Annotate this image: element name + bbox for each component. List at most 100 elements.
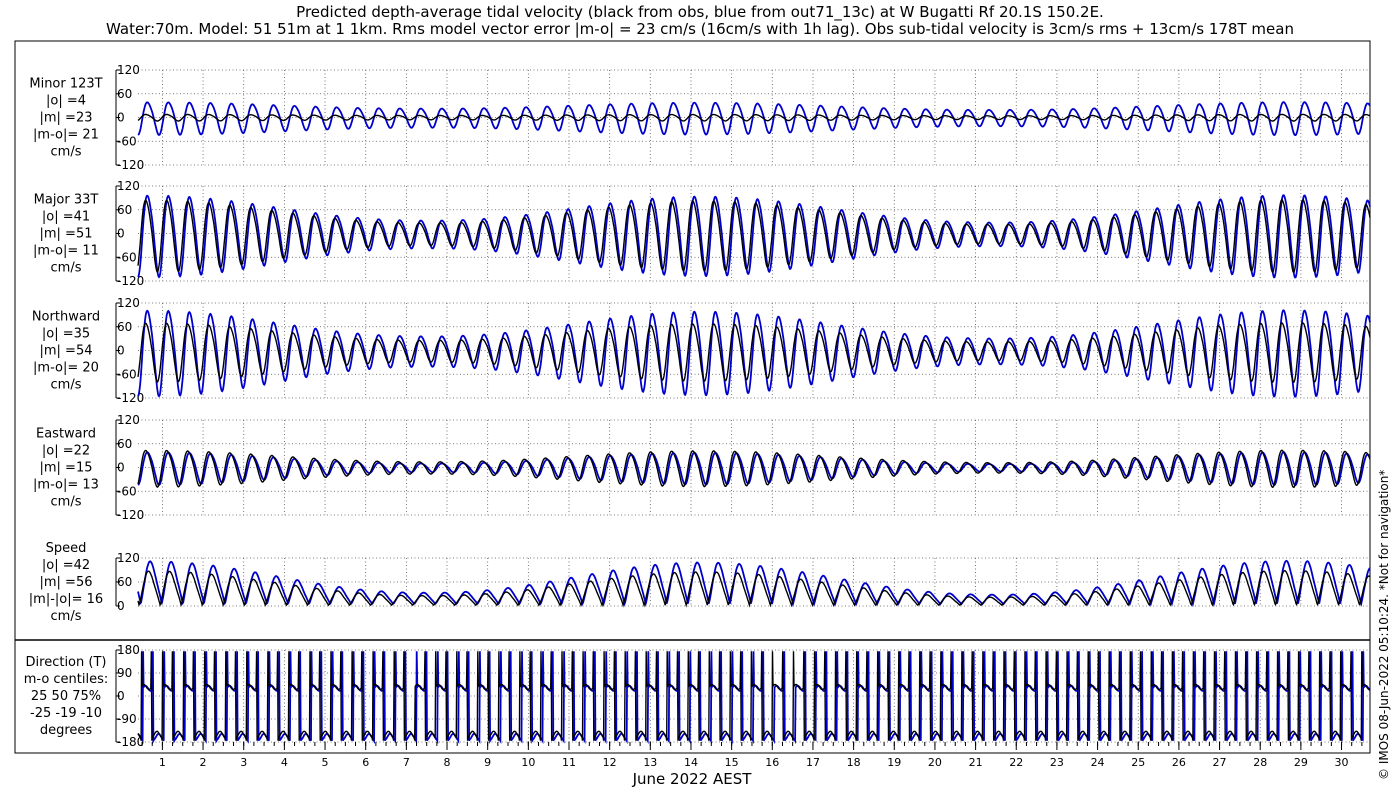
x-tick-label: 17 xyxy=(806,756,820,769)
x-tick-label: 19 xyxy=(887,756,901,769)
y-tick-label: 60 xyxy=(117,87,132,101)
panel-label-line: |m|-|o|= 16 xyxy=(29,592,103,607)
panel-label-line: Major 33T xyxy=(34,193,99,208)
panel-label-line: |m| =56 xyxy=(40,575,93,590)
x-tick-label: 8 xyxy=(444,756,451,769)
panel-label-line: |m-o|= 13 xyxy=(33,478,99,493)
panel-label-line: Direction (T) xyxy=(26,655,107,670)
x-tick-label: 22 xyxy=(1009,756,1023,769)
y-tick-label: 120 xyxy=(117,413,140,427)
y-tick-label: 60 xyxy=(117,437,132,451)
y-tick-label: 90 xyxy=(117,666,132,680)
y-tick-label: 120 xyxy=(117,63,140,77)
panel-label-line: |m| =23 xyxy=(40,111,93,126)
series-model-line xyxy=(137,651,1371,745)
series-model-line xyxy=(137,451,1371,487)
panel-label-line: Speed xyxy=(46,541,87,556)
x-tick-label: 14 xyxy=(684,756,698,769)
x-tick-label: 24 xyxy=(1091,756,1105,769)
series-model-line xyxy=(137,309,1371,398)
y-tick-label: 180 xyxy=(117,643,140,657)
x-tick-label: 29 xyxy=(1294,756,1308,769)
x-tick-label: 9 xyxy=(484,756,491,769)
y-tick-label: 120 xyxy=(117,551,140,565)
panel-label-line: cm/s xyxy=(51,378,82,393)
panel-label-line: m-o centiles: xyxy=(24,672,109,687)
x-tick-label: 12 xyxy=(603,756,617,769)
tidal-velocity-figure: Predicted depth-average tidal velocity (… xyxy=(14,3,1391,788)
panel-label-line: |m| =51 xyxy=(40,227,93,242)
y-tick-label: -120 xyxy=(117,274,144,288)
x-tick-label: 11 xyxy=(562,756,576,769)
x-tick-label: 26 xyxy=(1172,756,1186,769)
y-tick-label: 60 xyxy=(117,203,132,217)
panel-northward: 120 60 0 -60 -120 Northward |o| =35 |m| =54 |m-o… xyxy=(32,296,1371,405)
panel-label-line: |o| =42 xyxy=(42,558,90,573)
figure-frame xyxy=(14,40,1371,754)
panel-eastward: 120 60 0 -60 -120 Eastward |o| =22 |m| =15 |m-o|… xyxy=(33,413,1371,522)
y-tick-label: -120 xyxy=(117,158,144,172)
x-tick-label: 28 xyxy=(1253,756,1267,769)
x-tick-label: 7 xyxy=(403,756,410,769)
y-tick-label: 0 xyxy=(117,344,125,358)
panel-label-line: |m-o|= 20 xyxy=(33,361,99,376)
x-axis-label: June 2022 AEST xyxy=(632,770,753,788)
x-tick-label: 30 xyxy=(1335,756,1349,769)
y-tick-label: -60 xyxy=(117,134,137,148)
panel-label-line: |o| =35 xyxy=(42,327,90,342)
x-tick-label: 15 xyxy=(725,756,739,769)
x-tick-label: 13 xyxy=(643,756,657,769)
panel-label-line: |m| =54 xyxy=(40,344,93,359)
y-tick-label: 0 xyxy=(117,227,125,241)
y-tick-label: -60 xyxy=(117,367,137,381)
panel-label-line: |o| =22 xyxy=(42,444,90,459)
panel-major: 120 60 0 -60 -120 Major 33T |o| =41 |m| =51 |m-o… xyxy=(33,179,1371,288)
x-tick-label: 20 xyxy=(928,756,942,769)
x-tick-label: 2 xyxy=(200,756,207,769)
y-tick-label: -60 xyxy=(117,484,137,498)
x-tick-label: 27 xyxy=(1213,756,1227,769)
x-tick-label: 21 xyxy=(969,756,983,769)
panel-label-line: Eastward xyxy=(36,427,96,442)
panel-label-line: -25 -19 -10 xyxy=(30,706,102,721)
y-tick-label: 60 xyxy=(117,575,132,589)
x-tick-label: 3 xyxy=(240,756,247,769)
y-tick-label: -90 xyxy=(117,712,137,726)
x-tick-label: 23 xyxy=(1050,756,1064,769)
panel-label-line: degrees xyxy=(40,723,93,738)
panel-label-line: 25 50 75% xyxy=(31,689,101,704)
y-tick-label: 0 xyxy=(117,461,125,475)
y-tick-label: 0 xyxy=(117,689,125,703)
y-tick-label: 120 xyxy=(117,179,140,193)
panel-speed: 120 60 0 Speed |o| =42 |m| =56 |m|-|o|= 16 cm/s xyxy=(29,541,1371,624)
y-tick-label: 0 xyxy=(117,599,125,613)
x-tick-label: 5 xyxy=(322,756,329,769)
panel-label-line: Minor 123T xyxy=(29,77,102,92)
panel-minor: 120 60 0 -60 -120 Minor 123T |o| =4 |m| =23 |m-o… xyxy=(29,63,1371,172)
panel-label-line: |m-o|= 11 xyxy=(33,244,99,259)
x-tick-label: 16 xyxy=(765,756,779,769)
panel-direction: 180900-90-180Direction (T)m-o centiles:2… xyxy=(24,643,1371,749)
y-tick-label: -120 xyxy=(117,391,144,405)
chart-title-line2: Water:70m. Model: 51 51m at 1 1km. Rms m… xyxy=(106,20,1294,38)
x-tick-label: 25 xyxy=(1131,756,1145,769)
x-tick-label: 18 xyxy=(847,756,861,769)
y-tick-label: 60 xyxy=(117,320,132,334)
x-tick-label: 10 xyxy=(521,756,535,769)
panel-label-line: cm/s xyxy=(51,145,82,160)
panel-label-line: Northward xyxy=(32,310,100,325)
chart-panels: 120 60 0 -60 -120 Minor 123T |o| =4 |m| =23 |m-o… xyxy=(24,63,1371,749)
x-tick-label: 6 xyxy=(362,756,369,769)
y-tick-label: -120 xyxy=(117,508,144,522)
y-tick-label: 120 xyxy=(117,296,140,310)
y-tick-label: -60 xyxy=(117,250,137,264)
y-tick-label: 0 xyxy=(117,111,125,125)
panel-label-line: |o| =4 xyxy=(46,94,86,109)
panel-label-line: cm/s xyxy=(51,261,82,276)
copyright-notice: © IMOS 08-Jun-2022 05:10:24. *Not for na… xyxy=(1377,470,1391,780)
panel-label-line: |m| =15 xyxy=(40,461,93,476)
x-tick-label: 4 xyxy=(281,756,288,769)
panel-label-line: cm/s xyxy=(51,609,82,624)
panel-label-line: |o| =41 xyxy=(42,210,90,225)
x-axis: 1 2 3 4 5 6 7 8 9 10 11 12 13 14 15 16 17 18 19 20 21 22 23 24 2… xyxy=(141,742,1363,769)
